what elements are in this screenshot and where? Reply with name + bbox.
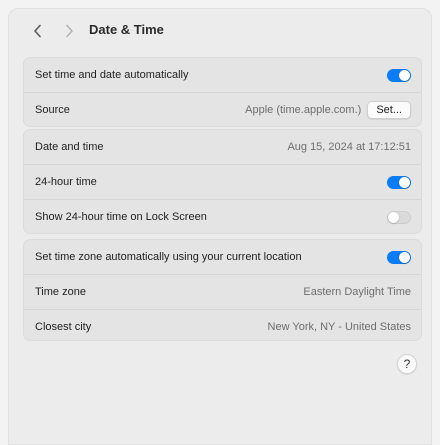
closest-city-value: New York, NY - United States — [267, 321, 411, 333]
closest-city-label: Closest city — [35, 321, 92, 333]
toolbar: Date & Time — [9, 9, 431, 53]
set-source-button[interactable]: Set... — [367, 101, 411, 119]
chevron-right-icon — [66, 24, 73, 38]
toggle-knob — [399, 176, 410, 188]
date-time-label: Date and time — [35, 141, 104, 153]
settings-window: Date & Time Set time and date automatica… — [8, 8, 432, 445]
date-time-row[interactable]: Date and time Aug 15, 2024 at 17:12:51 — [24, 130, 421, 164]
lock-screen-row: Show 24-hour time on Lock Screen — [24, 199, 421, 234]
auto-tz-toggle[interactable] — [387, 250, 411, 264]
closest-city-row: Closest city New York, NY - United State… — [24, 309, 421, 344]
lock-screen-label: Show 24-hour time on Lock Screen — [35, 211, 207, 223]
lock-screen-toggle[interactable] — [387, 210, 411, 224]
auto-tz-row: Set time zone automatically using your c… — [24, 240, 421, 274]
time-zone-row: Time zone Eastern Daylight Time — [24, 274, 421, 309]
auto-time-row: Set time and date automatically — [24, 58, 421, 92]
toggle-knob — [399, 69, 410, 81]
toggle-knob — [399, 251, 410, 263]
auto-tz-label: Set time zone automatically using your c… — [35, 251, 302, 263]
date-time-value[interactable]: Aug 15, 2024 at 17:12:51 — [287, 141, 411, 153]
forward-button[interactable] — [58, 20, 80, 42]
source-value: Apple (time.apple.com.) — [245, 104, 362, 116]
h24-toggle[interactable] — [387, 175, 411, 189]
date-time-group: Date and time Aug 15, 2024 at 17:12:51 2… — [23, 129, 422, 234]
source-row: Source Apple (time.apple.com.) Set... — [24, 92, 421, 127]
page-title: Date & Time — [89, 22, 164, 37]
back-button[interactable] — [27, 20, 49, 42]
chevron-left-icon — [34, 24, 41, 38]
source-value-wrap: Apple (time.apple.com.) Set... — [245, 101, 411, 119]
h24-label: 24-hour time — [35, 176, 97, 188]
source-label: Source — [35, 104, 70, 116]
auto-time-toggle[interactable] — [387, 68, 411, 82]
auto-time-label: Set time and date automatically — [35, 69, 189, 81]
toggle-knob — [388, 211, 399, 223]
time-zone-value: Eastern Daylight Time — [303, 286, 411, 298]
help-button[interactable]: ? — [397, 354, 417, 374]
h24-row: 24-hour time — [24, 164, 421, 199]
automatic-time-group: Set time and date automatically Source A… — [23, 57, 422, 127]
time-zone-label: Time zone — [35, 286, 86, 298]
time-zone-group: Set time zone automatically using your c… — [23, 239, 422, 341]
